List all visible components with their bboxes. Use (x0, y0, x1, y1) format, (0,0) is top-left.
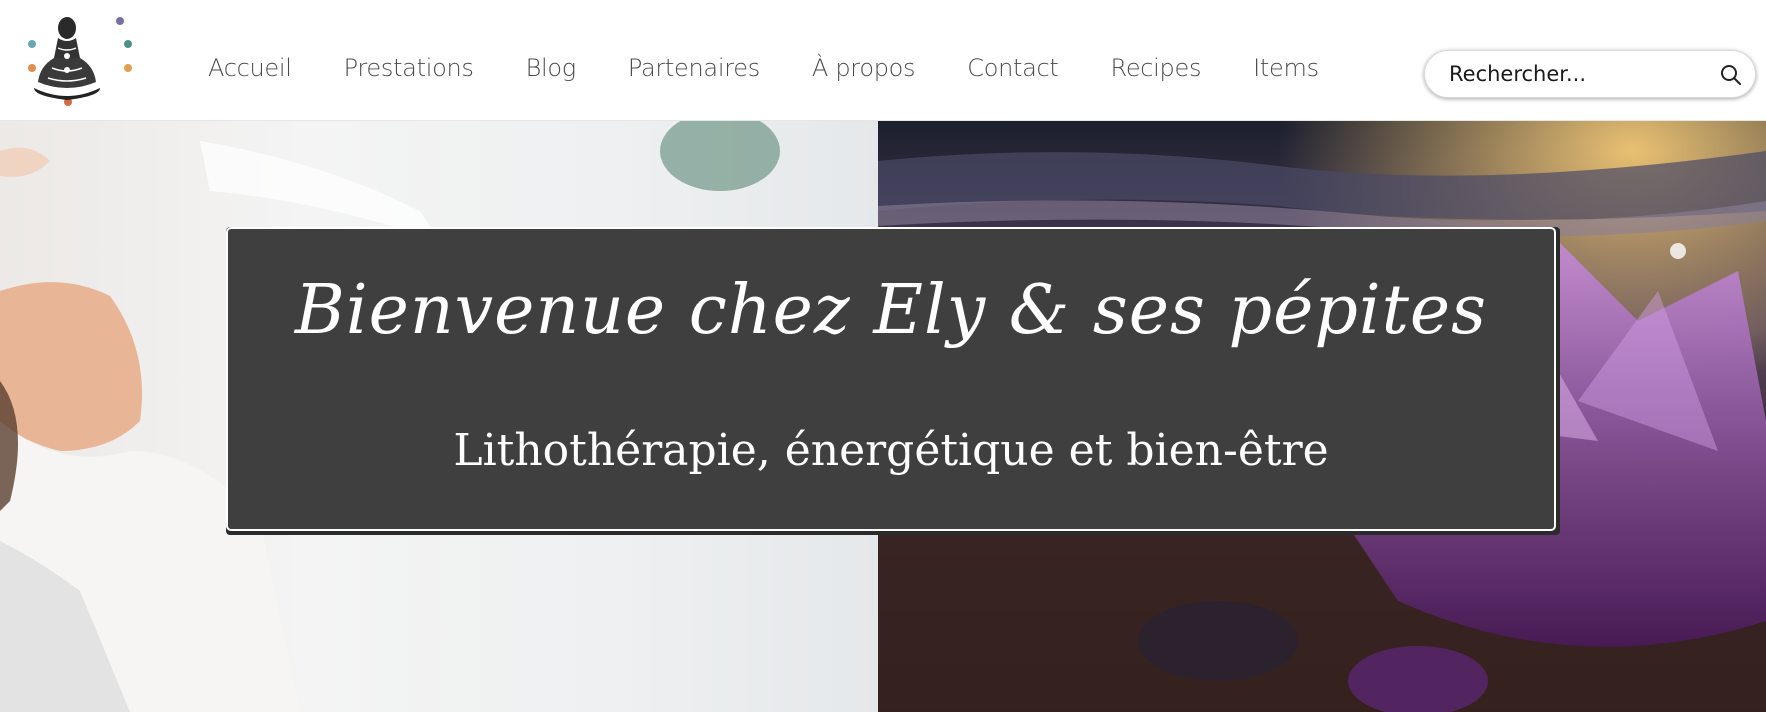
nav-item-blog[interactable]: Blog (526, 54, 577, 82)
nav-item-contact[interactable]: Contact (967, 54, 1059, 82)
nav-item-a-propos[interactable]: À propos (812, 54, 916, 82)
nav-item-items[interactable]: Items (1253, 54, 1319, 82)
hero-subtitle: Lithothérapie, énergétique et bien-être (453, 425, 1329, 476)
main-nav: Accueil Prestations Blog Partenaires À p… (208, 48, 1371, 88)
page: Accueil Prestations Blog Partenaires À p… (0, 0, 1766, 712)
nav-item-prestations[interactable]: Prestations (344, 54, 474, 82)
welcome-overlay: Bienvenue chez Ely & ses pépites Lithoth… (226, 227, 1556, 531)
meditation-logo-icon[interactable] (22, 8, 132, 118)
search-bar (1424, 50, 1756, 98)
hero-title: Bienvenue chez Ely & ses pépites (294, 271, 1488, 350)
nav-item-accueil[interactable]: Accueil (208, 54, 292, 82)
hero-banner: Bienvenue chez Ely & ses pépites Lithoth… (0, 121, 1766, 712)
search-icon[interactable] (1719, 63, 1743, 87)
nav-item-partenaires[interactable]: Partenaires (628, 54, 760, 82)
nav-item-recipes[interactable]: Recipes (1111, 54, 1202, 82)
search-input[interactable] (1449, 51, 1709, 97)
site-header: Accueil Prestations Blog Partenaires À p… (0, 0, 1766, 121)
